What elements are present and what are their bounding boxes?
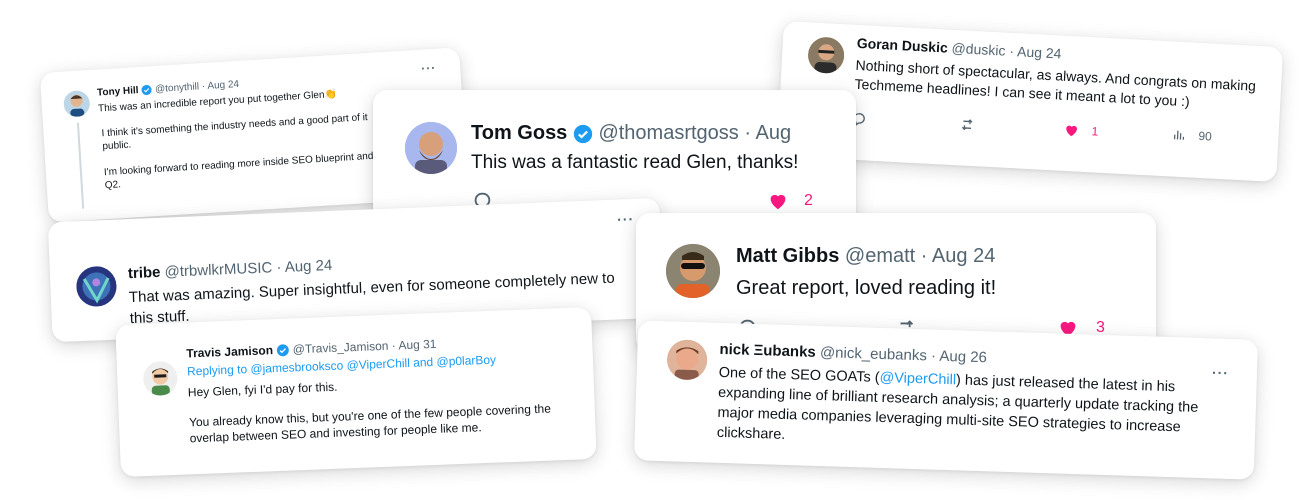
tweet-header: nick Ξubanks @nick_eubanks · Aug 26 — [719, 341, 987, 366]
avatar[interactable] — [666, 339, 708, 381]
avatar-portrait-icon — [405, 122, 457, 174]
separator-dot: · — [391, 338, 397, 353]
tweet-line: Great report, loved reading it! — [736, 277, 997, 299]
author-name[interactable]: Tony Hill — [97, 85, 139, 99]
like-count: 1 — [1091, 124, 1099, 139]
avatar[interactable] — [405, 122, 457, 174]
like-button[interactable]: 1 — [1063, 122, 1099, 140]
tweet-date[interactable]: Aug 31 — [398, 337, 437, 352]
author-handle[interactable]: @nick_eubanks — [820, 344, 927, 364]
verified-badge-icon — [141, 84, 152, 96]
tweet-date[interactable]: Aug 24 — [207, 79, 239, 92]
mention-link[interactable]: @ViperChill — [879, 370, 956, 388]
tweet-header: Tom Goss @thomasrtgoss · Aug — [471, 122, 791, 145]
author-name[interactable]: Matt Gibbs — [736, 245, 839, 267]
tweet-date[interactable]: Aug 24 — [284, 257, 332, 276]
retweet-button[interactable] — [958, 116, 976, 133]
tweet-text: This was a fantastic read Glen, thanks! — [471, 152, 851, 174]
author-name[interactable]: Travis Jamison — [186, 343, 273, 360]
author-handle[interactable]: @trbwlkrMUSIC — [164, 259, 272, 280]
author-handle[interactable]: @ematt — [845, 245, 915, 267]
tweet-text: Hey Glen, fyi I'd pay for this. You alre… — [188, 369, 590, 446]
tweet-text: Great report, loved reading it! — [736, 277, 1136, 300]
author-name[interactable]: nick Ξubanks — [719, 341, 816, 361]
analytics-icon — [1173, 130, 1185, 140]
author-name[interactable]: Goran Duskic — [856, 35, 948, 56]
like-count: 2 — [804, 192, 813, 209]
separator-dot: · — [276, 258, 282, 277]
avatar[interactable] — [666, 244, 720, 298]
tweet-line: This was a fantastic read Glen, thanks! — [471, 152, 799, 173]
avatar-portrait-icon — [666, 244, 720, 298]
verified-badge-icon — [573, 124, 593, 143]
retweet-icon — [961, 119, 973, 131]
author-name[interactable]: Tom Goss — [471, 122, 567, 144]
author-handle[interactable]: @Travis_Jamison — [292, 339, 388, 357]
separator-dot: · — [930, 347, 937, 365]
avatar[interactable] — [807, 36, 846, 75]
author-handle[interactable]: @thomasrtgoss — [598, 122, 738, 144]
tweet-text: Nothing short of spectacular, as always.… — [854, 56, 1283, 116]
avatar[interactable] — [62, 89, 91, 118]
tweet-card-nick-eubanks[interactable]: nick Ξubanks @nick_eubanks · Aug 26 ··· … — [633, 320, 1259, 480]
tweet-date[interactable]: Aug 26 — [939, 348, 987, 366]
like-button[interactable]: 2 — [766, 190, 813, 212]
thread-line — [76, 122, 85, 209]
tweet-header: Matt Gibbs @ematt · Aug 24 — [736, 245, 995, 268]
avatar-cartoon-icon — [142, 360, 178, 397]
author-handle[interactable]: @tonythill — [155, 81, 200, 95]
avatar[interactable] — [75, 265, 118, 308]
more-options-icon[interactable]: ··· — [617, 211, 635, 228]
view-count: 90 — [1198, 128, 1213, 144]
avatar-portrait-icon — [666, 339, 708, 381]
avatar-portrait-icon — [70, 94, 85, 117]
separator-dot: · — [1008, 42, 1015, 60]
tweet-date[interactable]: Aug 24 — [1017, 43, 1062, 61]
avatar-art-icon — [75, 265, 118, 308]
heart-icon — [1066, 125, 1077, 137]
avatar[interactable] — [142, 360, 178, 397]
tweet-header: tribe @trbwlkrMUSIC · Aug 24 — [128, 257, 333, 282]
avatar-portrait-icon — [807, 36, 846, 75]
author-name[interactable]: tribe — [128, 264, 161, 282]
separator-dot: · — [920, 245, 928, 267]
separator-dot: · — [201, 81, 206, 93]
tweet-text: One of the SEO GOATs (@ViperChill) has j… — [717, 363, 1249, 460]
tweet-card-travis-jamison[interactable]: Travis Jamison @Travis_Jamison · Aug 31 … — [115, 306, 597, 478]
views-button[interactable]: 90 — [1172, 128, 1212, 144]
separator-dot: · — [744, 122, 752, 144]
heart-icon — [770, 194, 786, 210]
more-options-icon[interactable]: ··· — [421, 61, 437, 76]
replying-to-label: Replying to — [186, 362, 248, 379]
tweet-date[interactable]: Aug — [755, 122, 791, 144]
author-handle[interactable]: @duskic — [951, 40, 1006, 59]
tweet-date[interactable]: Aug 24 — [932, 245, 995, 267]
verified-badge-icon — [276, 344, 289, 357]
